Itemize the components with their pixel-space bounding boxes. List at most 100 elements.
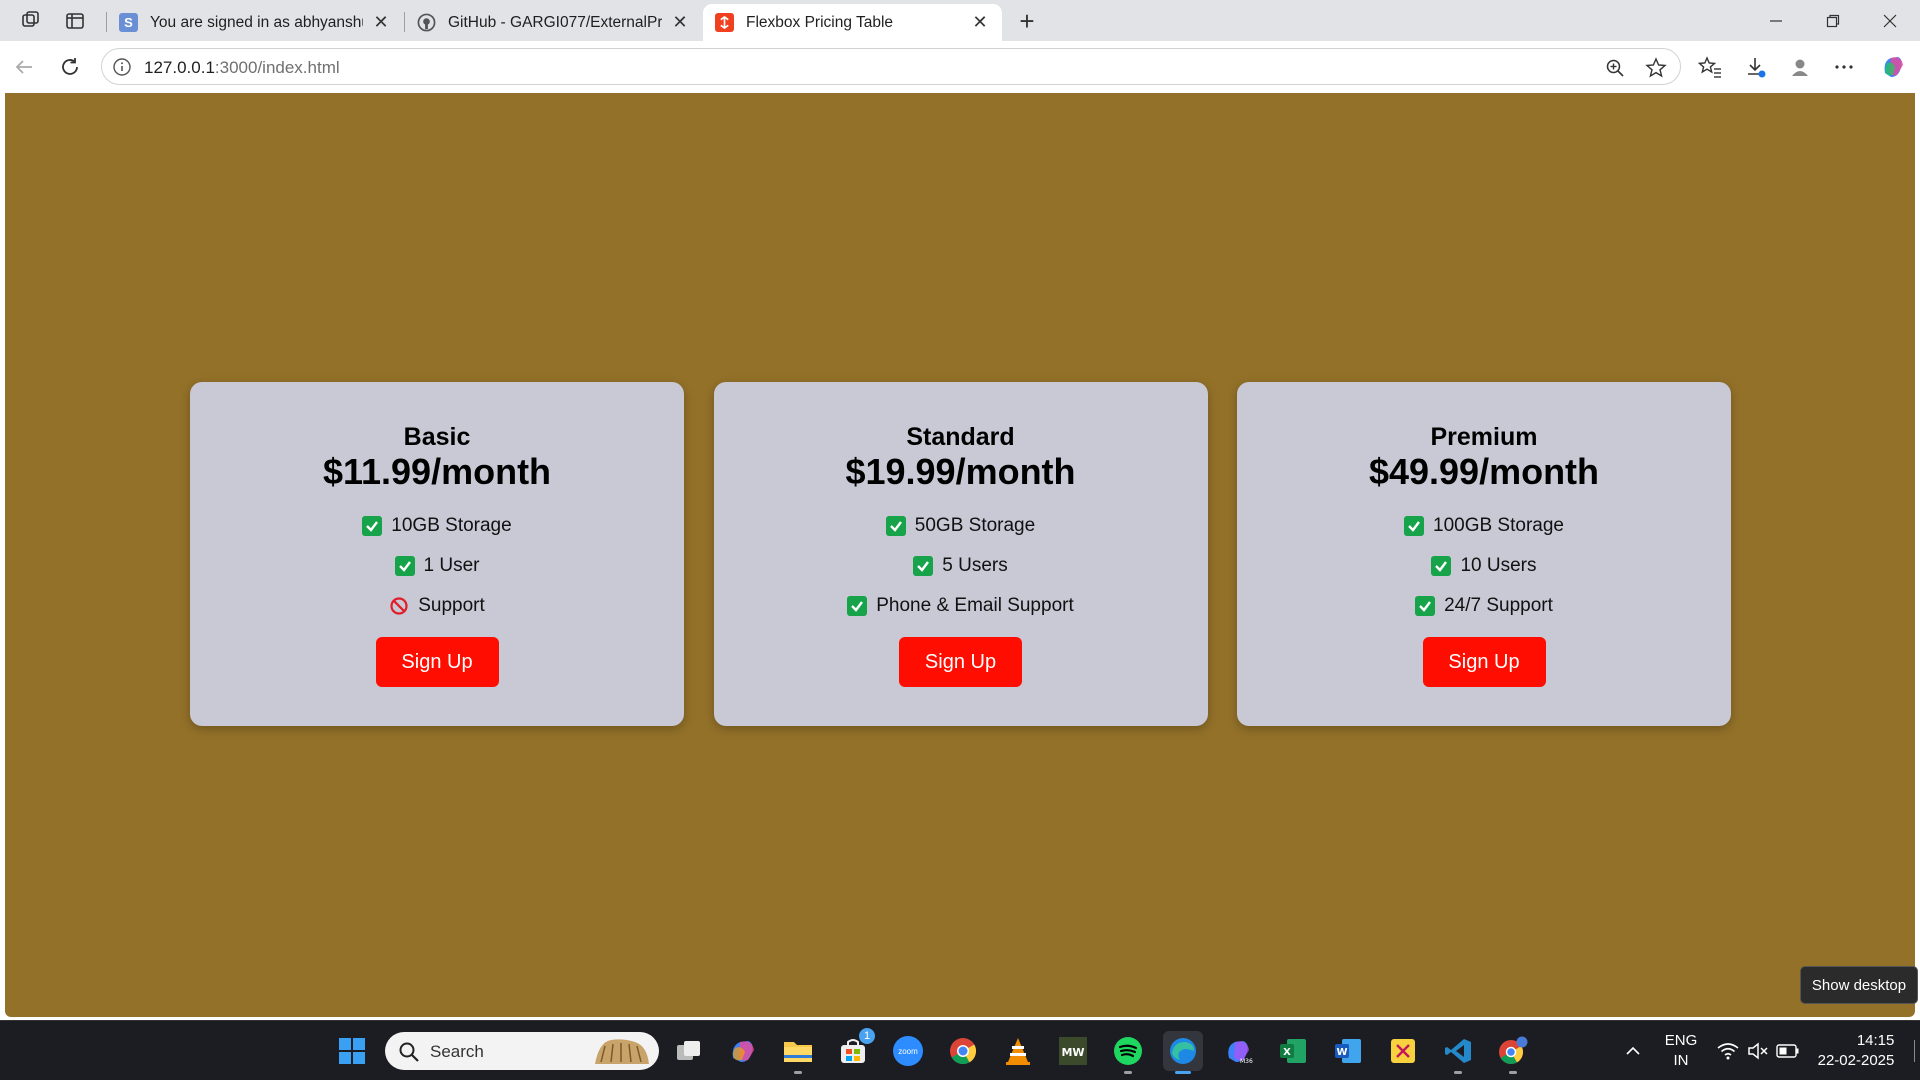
- feature-item: 24/7 Support: [1237, 586, 1731, 626]
- tab-title: You are signed in as abhyanshu.2: [150, 13, 363, 31]
- minimize-icon[interactable]: [1748, 0, 1804, 41]
- tab-actions-icon[interactable]: [62, 8, 88, 34]
- notification-badge: 1: [859, 1028, 875, 1044]
- sign-up-button[interactable]: Sign Up: [375, 637, 499, 687]
- close-icon[interactable]: ✕: [670, 12, 690, 33]
- feature-text: 10 Users: [1460, 555, 1537, 576]
- microsoft-365-icon[interactable]: M365: [1218, 1031, 1258, 1071]
- svg-text:X: X: [1283, 1047, 1291, 1058]
- site-favicon-icon: S: [119, 13, 138, 32]
- feature-list: 100GB Storage 10 Users 24/7 Support: [1237, 506, 1731, 626]
- feature-item: 10GB Storage: [190, 506, 684, 546]
- clock-time: 14:15: [1856, 1032, 1895, 1049]
- tab-github[interactable]: GitHub - GARGI077/ExternalPract ✕: [405, 4, 702, 41]
- profile-icon[interactable]: [1784, 51, 1816, 83]
- wifi-icon[interactable]: [1714, 1021, 1742, 1080]
- tab-title: GitHub - GARGI077/ExternalPract: [448, 13, 662, 31]
- pricing-table: Basic $11.99/month 10GB Storage 1 User S…: [190, 382, 1731, 726]
- microsoft-store-icon[interactable]: 1: [833, 1028, 875, 1071]
- taskbar-search-box[interactable]: Search: [385, 1032, 659, 1070]
- address-bar[interactable]: 127.0.0.1:3000/index.html: [101, 48, 1681, 85]
- prohibited-icon: [389, 596, 409, 616]
- feature-text: 10GB Storage: [391, 515, 512, 536]
- sign-up-button[interactable]: Sign Up: [899, 637, 1022, 687]
- file-explorer-icon[interactable]: [778, 1031, 818, 1074]
- edge-icon[interactable]: [1163, 1031, 1203, 1074]
- chrome-icon[interactable]: [943, 1031, 983, 1071]
- site-info-icon[interactable]: [112, 57, 132, 77]
- new-tab-button[interactable]: +: [1012, 6, 1042, 36]
- url-text[interactable]: 127.0.0.1:3000/index.html: [144, 58, 340, 78]
- search-placeholder: Search: [430, 1042, 484, 1061]
- search-highlight-icon: [591, 1036, 653, 1071]
- pricing-card-basic: Basic $11.99/month 10GB Storage 1 User S…: [190, 382, 684, 726]
- task-view-icon[interactable]: [669, 1031, 709, 1071]
- game-app-icon[interactable]: MW: [1053, 1031, 1093, 1071]
- svg-text:MW: MW: [1061, 1046, 1084, 1059]
- svg-text:M365: M365: [1240, 1058, 1253, 1065]
- plan-name: Basic: [403, 423, 471, 451]
- language-indicator[interactable]: ENG IN: [1660, 1021, 1702, 1080]
- feature-text: 24/7 Support: [1444, 595, 1553, 616]
- close-icon[interactable]: ✕: [371, 12, 391, 33]
- favorites-icon[interactable]: [1694, 51, 1726, 83]
- plan-price: $11.99/month: [322, 451, 552, 492]
- zoom-icon[interactable]: [1602, 55, 1628, 81]
- feature-item: 5 Users: [714, 546, 1208, 586]
- checkmark-icon: [394, 556, 415, 576]
- snipping-tool-icon[interactable]: [1383, 1031, 1423, 1071]
- tab-flexbox-pricing[interactable]: Flexbox Pricing Table ✕: [703, 4, 1002, 41]
- active-indicator: [1175, 1071, 1191, 1074]
- show-desktop-button[interactable]: [1910, 1021, 1918, 1080]
- excel-icon[interactable]: X: [1273, 1031, 1313, 1071]
- refresh-icon[interactable]: [54, 51, 86, 83]
- favorite-star-icon[interactable]: [1643, 55, 1669, 81]
- checkmark-icon: [885, 516, 906, 536]
- more-options-icon[interactable]: [1828, 51, 1860, 83]
- zoom-app-label: zoom: [893, 1036, 923, 1066]
- show-desktop-tooltip: Show desktop: [1800, 966, 1918, 1004]
- workspaces-icon[interactable]: [18, 8, 44, 34]
- feature-item: Phone & Email Support: [714, 586, 1208, 626]
- zoom-app-icon[interactable]: zoom: [888, 1031, 928, 1071]
- svg-text:W: W: [1336, 1047, 1347, 1058]
- sign-up-button[interactable]: Sign Up: [1422, 637, 1546, 687]
- chrome-profile-icon[interactable]: [1493, 1031, 1533, 1074]
- checkmark-icon: [1431, 556, 1452, 576]
- back-arrow-icon[interactable]: [8, 51, 40, 83]
- restore-icon[interactable]: [1805, 0, 1861, 41]
- downloads-icon[interactable]: [1740, 51, 1772, 83]
- feature-item: 10 Users: [1237, 546, 1731, 586]
- checkmark-icon: [1404, 516, 1424, 536]
- url-host: 127.0.0.1: [144, 58, 215, 77]
- window-close-icon[interactable]: [1862, 0, 1918, 41]
- feature-text: Phone & Email Support: [876, 595, 1074, 616]
- word-icon[interactable]: W: [1328, 1031, 1368, 1071]
- checkmark-icon: [362, 516, 383, 536]
- github-icon: [417, 13, 436, 32]
- copilot-icon[interactable]: [1877, 51, 1909, 83]
- vscode-icon[interactable]: [1438, 1031, 1478, 1074]
- battery-icon[interactable]: [1774, 1021, 1802, 1080]
- plan-name: Premium: [1430, 423, 1538, 451]
- plan-price: $19.99/month: [845, 451, 1076, 492]
- feature-item: Support: [190, 586, 684, 626]
- page-favicon-icon: [715, 13, 734, 32]
- tab-signed-in[interactable]: S You are signed in as abhyanshu.2 ✕: [107, 4, 403, 41]
- close-icon[interactable]: ✕: [970, 12, 990, 33]
- clock[interactable]: 14:15 22-02-2025: [1808, 1021, 1904, 1080]
- search-icon: [398, 1041, 420, 1068]
- vlc-icon[interactable]: [998, 1031, 1038, 1071]
- navigation-bar: 127.0.0.1:3000/index.html: [0, 41, 1920, 93]
- region-code: IN: [1673, 1052, 1689, 1069]
- copilot-taskbar-icon[interactable]: [723, 1031, 763, 1071]
- feature-text: 100GB Storage: [1433, 515, 1564, 536]
- volume-muted-icon[interactable]: [1744, 1021, 1772, 1080]
- spotify-icon[interactable]: [1108, 1031, 1148, 1074]
- windows-start-icon[interactable]: [332, 1031, 372, 1071]
- tab-title: Flexbox Pricing Table: [746, 13, 894, 31]
- running-indicator: [1509, 1071, 1517, 1074]
- language-code: ENG: [1664, 1032, 1698, 1049]
- feature-text: 5 Users: [942, 555, 1008, 576]
- show-hidden-icons-chevron-icon[interactable]: [1618, 1021, 1648, 1080]
